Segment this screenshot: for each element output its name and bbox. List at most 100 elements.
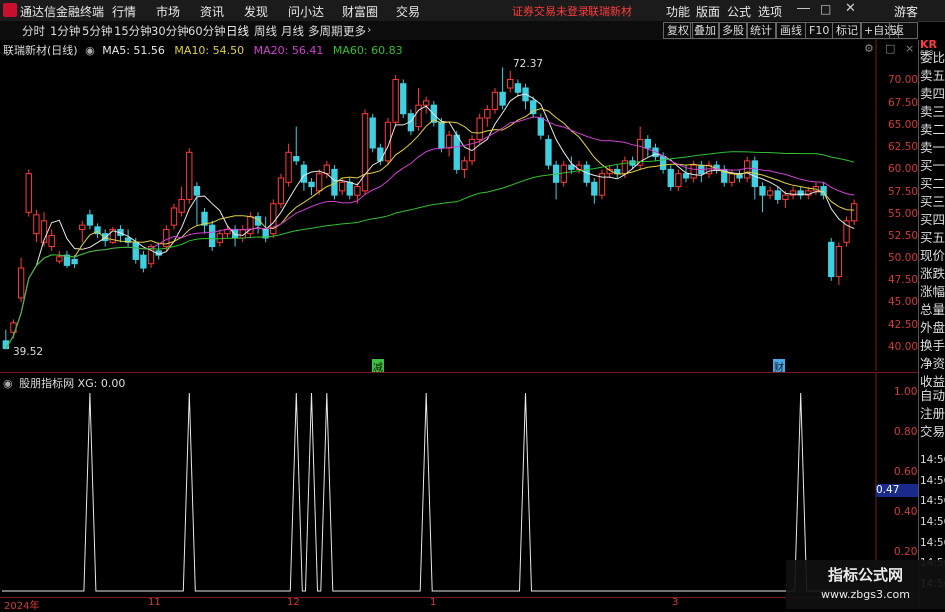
xg-y-tick: 0.40: [894, 506, 918, 518]
period-1min[interactable]: 1分钟: [50, 23, 80, 39]
candle-body: [568, 164, 575, 170]
candle-body: [193, 186, 201, 196]
candle-body: [690, 164, 697, 179]
minimize-icon[interactable]: ―: [797, 1, 810, 16]
candle-body: [170, 207, 178, 226]
xg-y-tick: 0.80: [894, 426, 918, 438]
candle-body: [25, 173, 32, 213]
sidebar-item[interactable]: 注册: [920, 403, 945, 422]
sidebar-item: 14:56: [920, 516, 945, 528]
xg-y-tick: 1.00: [894, 386, 918, 398]
candle-body: [682, 173, 690, 179]
candle-body: [415, 104, 422, 128]
sidebar-item: 外盘: [920, 320, 945, 335]
candle-body: [285, 151, 292, 183]
fuquan-button[interactable]: 复权: [663, 22, 693, 39]
main-kline-panel[interactable]: 联瑞新材(日线) ◉ MA5: 51.56 MA10: 54.50 MA20: …: [0, 40, 919, 374]
y-tick: 52.50: [888, 230, 919, 242]
candle-body: [537, 117, 544, 136]
period-multi[interactable]: 多周期: [308, 23, 343, 39]
candle-body: [338, 181, 346, 192]
candle-body: [507, 78, 514, 89]
candle-body: [530, 100, 537, 115]
candle-body: [728, 173, 736, 183]
candle-body: [766, 190, 774, 196]
sidebar-item: 买四: [920, 212, 945, 227]
period-weekly[interactable]: 周线: [254, 23, 277, 39]
x-axis: [0, 597, 918, 610]
candle-body: [659, 156, 667, 170]
menu-shichang[interactable]: 市场: [156, 3, 180, 20]
diejia-button[interactable]: 叠加: [690, 22, 720, 39]
candle-body: [491, 91, 499, 110]
candle-body: [216, 233, 223, 243]
xg-y-tick: 0.20: [894, 546, 918, 558]
menu-faxian[interactable]: 发现: [244, 3, 268, 20]
duogu-button[interactable]: 多股: [718, 22, 748, 39]
sidebar-item: 卖四: [920, 86, 945, 101]
menu-wenxiaoda[interactable]: 问小达: [288, 3, 324, 20]
candle-body: [835, 246, 843, 278]
period-60min[interactable]: 60分钟: [188, 23, 226, 39]
xg-current-value: 0.47: [876, 484, 918, 497]
watermark: 指标公式网 www.zbgs3.com: [786, 560, 945, 609]
sidebar-item[interactable]: 自动: [920, 385, 945, 404]
candle-body: [56, 256, 63, 262]
close-icon[interactable]: ✕: [845, 1, 856, 16]
candle-body: [591, 181, 598, 196]
menu-zixun[interactable]: 资讯: [200, 3, 224, 20]
menu-caifuquan[interactable]: 财富圈: [342, 3, 378, 20]
menu-jiaoyi[interactable]: 交易: [396, 3, 420, 20]
candle-body: [423, 100, 430, 106]
sidebar-item: 买三: [920, 194, 945, 209]
more-chevron-icon[interactable]: ›: [367, 23, 371, 36]
period-15min[interactable]: 15分钟: [114, 23, 152, 39]
ma10-line: [5, 108, 855, 349]
candle-body: [71, 258, 78, 265]
maximize-icon[interactable]: □: [820, 2, 831, 16]
trade-login-status[interactable]: 证券交易未登录: [512, 3, 589, 19]
menu-banmian[interactable]: 版面: [696, 3, 720, 20]
indicator-panel[interactable]: ◉ 股朋指标网 XG: 0.00 1.00 0.80 0.60 0.40 0.2…: [0, 372, 918, 598]
biaoji-button[interactable]: 标记: [832, 22, 862, 39]
app-title: 通达信金融终端: [20, 5, 105, 19]
candle-body: [33, 214, 40, 235]
period-5min[interactable]: 5分钟: [82, 23, 112, 39]
sidebar-item: 14:56: [920, 454, 945, 466]
candle-body: [17, 267, 25, 299]
y-tick: 60.00: [888, 163, 919, 175]
period-monthly[interactable]: 月线: [281, 23, 304, 39]
period-more[interactable]: 更多: [343, 23, 366, 39]
x-tick: 2024年: [4, 601, 40, 612]
candle-body: [828, 241, 835, 278]
f10-button[interactable]: F10: [805, 22, 834, 39]
menu-xuanxiang[interactable]: 选项: [758, 3, 782, 20]
menu-hangqing[interactable]: 行情: [112, 3, 136, 20]
candle-body: [323, 164, 330, 175]
menu-gongshi[interactable]: 公式: [727, 3, 751, 20]
tongji-button[interactable]: 统计: [746, 22, 776, 39]
y-tick: 57.50: [888, 186, 919, 198]
y-tick: 45.00: [888, 296, 919, 308]
menu-gongneng[interactable]: 功能: [666, 3, 690, 20]
sidebar-item[interactable]: 交易: [920, 421, 945, 440]
sidebar-item: 买五: [920, 230, 945, 245]
period-30min[interactable]: 30分钟: [151, 23, 189, 39]
y-tick: 42.50: [888, 319, 919, 331]
period-toolbar: 分时 1分钟 5分钟 15分钟 30分钟 60分钟 日线 周线 月线 多周期 更…: [0, 21, 918, 52]
period-daily[interactable]: 日线: [226, 23, 249, 39]
candle-body: [438, 121, 445, 149]
sidebar-item: 卖三: [920, 104, 945, 119]
sidebar-item: 净资: [920, 356, 945, 371]
period-fenshi[interactable]: 分时: [22, 23, 45, 39]
candle-body: [820, 186, 827, 196]
candle-body: [575, 164, 583, 170]
huaxian-button[interactable]: 画线: [776, 22, 806, 39]
current-stock-name: 联瑞新材: [588, 5, 632, 18]
guest-label[interactable]: 游客: [894, 3, 918, 20]
candle-body: [316, 173, 323, 192]
low-price-label: 39.52: [13, 346, 44, 358]
sidebar-item: 委比: [920, 50, 945, 65]
y-tick: 62.50: [888, 141, 919, 153]
back-button[interactable]: 返回: [889, 22, 918, 52]
